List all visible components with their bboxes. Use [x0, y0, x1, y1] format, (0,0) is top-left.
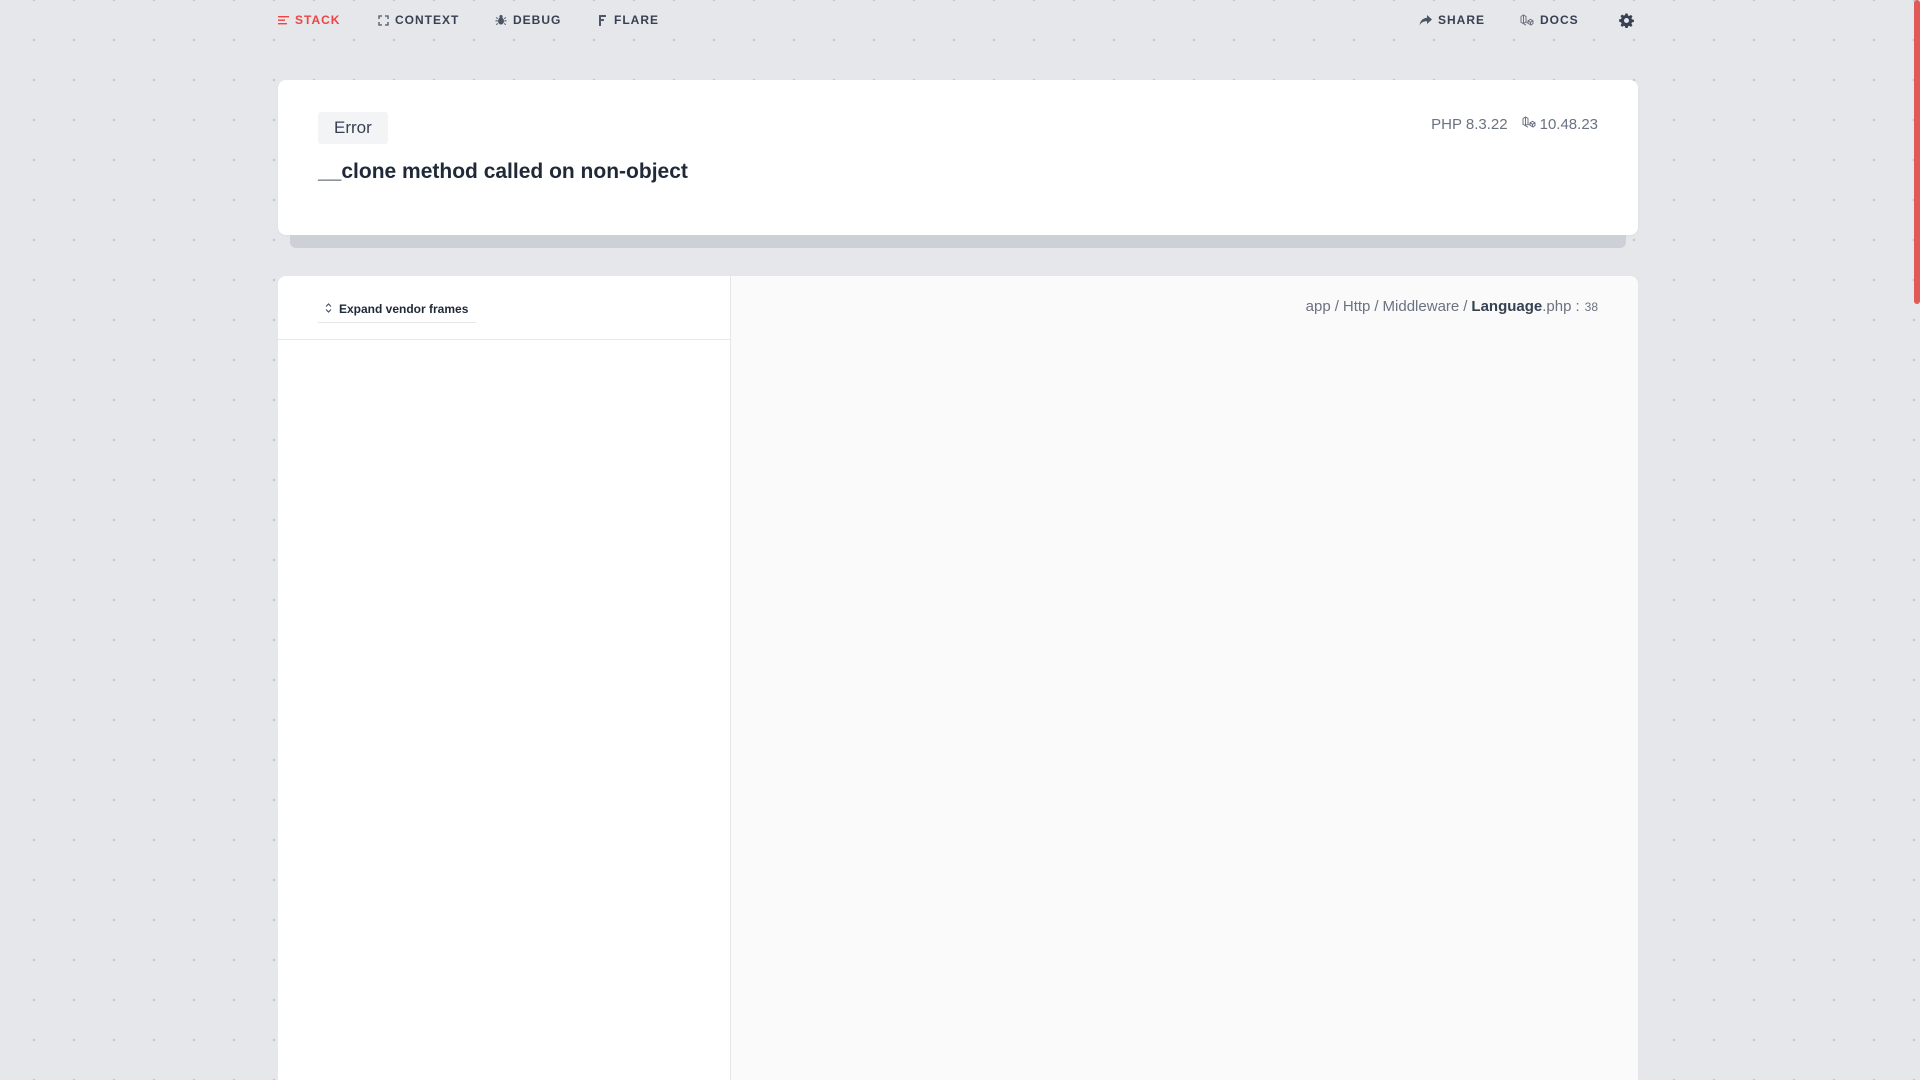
docs-link-label: DOCS — [1540, 13, 1579, 27]
expand-vendor-frames-button[interactable]: Expand vendor frames — [318, 296, 477, 323]
nav-tab-flare-label: FLARE — [614, 13, 659, 27]
line-separator: : — [1575, 298, 1580, 315]
nav-tab-stack-label: STACK — [295, 13, 341, 27]
error-card: Error __clone method called on non-objec… — [278, 80, 1638, 235]
laravel-icon — [1522, 116, 1536, 133]
path-segment: app — [1305, 298, 1331, 315]
laravel-version: 10.48.23 — [1539, 116, 1598, 133]
nav-tab-debug-label: DEBUG — [513, 13, 562, 27]
code-snippet-panel: app / Http / Middleware / Language.php:38 — [731, 276, 1638, 1080]
bug-icon — [495, 14, 507, 26]
share-arrow-icon — [1419, 14, 1432, 26]
nav-tab-flare[interactable]: FLARE — [598, 0, 659, 40]
file-extension: .php — [1542, 298, 1572, 315]
path-separator: / — [1334, 298, 1339, 315]
stack-frames-column[interactable]: Expand vendor frames — [278, 276, 731, 1080]
path-separator: / — [1463, 298, 1468, 315]
path-segment: Http — [1342, 298, 1371, 315]
nav-tab-debug[interactable]: DEBUG — [495, 0, 561, 40]
docs-link[interactable]: DOCS — [1520, 0, 1579, 40]
nav-tab-context-label: CONTEXT — [395, 13, 460, 27]
page-scrollbar-thumb[interactable] — [1914, 0, 1920, 304]
top-navigation: STACK CONTEXT DEBUG FLARE SHARE DOCS — [278, 0, 1638, 40]
exception-message: __clone method called on non-object — [318, 160, 688, 183]
gear-icon — [1619, 12, 1634, 28]
php-version: PHP 8.3.22 — [1431, 116, 1508, 133]
exception-class-badge: Error — [318, 112, 388, 144]
expand-vendor-frames-label: Expand vendor frames — [339, 302, 469, 316]
path-segment: Middleware — [1382, 298, 1460, 315]
file-name: Language — [1471, 298, 1543, 315]
laravel-icon — [1520, 13, 1534, 27]
settings-button[interactable] — [1619, 0, 1634, 40]
stack-panel: Expand vendor frames app / Http / Middleware… — [278, 276, 1638, 1080]
chevron-up-down-icon — [324, 302, 333, 316]
stack-lines-icon — [278, 15, 289, 26]
line-number: 38 — [1584, 300, 1598, 314]
share-button-label: SHARE — [1438, 13, 1486, 27]
version-info: PHP 8.3.22 10.48.23 — [1431, 116, 1598, 133]
file-path[interactable]: app / Http / Middleware / Language.php:38 — [1306, 298, 1598, 315]
stack-frames-header: Expand vendor frames — [278, 276, 730, 340]
path-separator: / — [1374, 298, 1379, 315]
page-scrollbar[interactable] — [1914, 0, 1920, 1080]
share-button[interactable]: SHARE — [1419, 0, 1485, 40]
flare-icon — [598, 14, 608, 27]
error-card-edge — [290, 235, 1626, 248]
nav-tab-stack[interactable]: STACK — [278, 0, 340, 40]
nav-tab-context[interactable]: CONTEXT — [378, 0, 459, 40]
laravel-version-item: 10.48.23 — [1522, 116, 1598, 133]
expand-corners-icon — [378, 14, 389, 26]
